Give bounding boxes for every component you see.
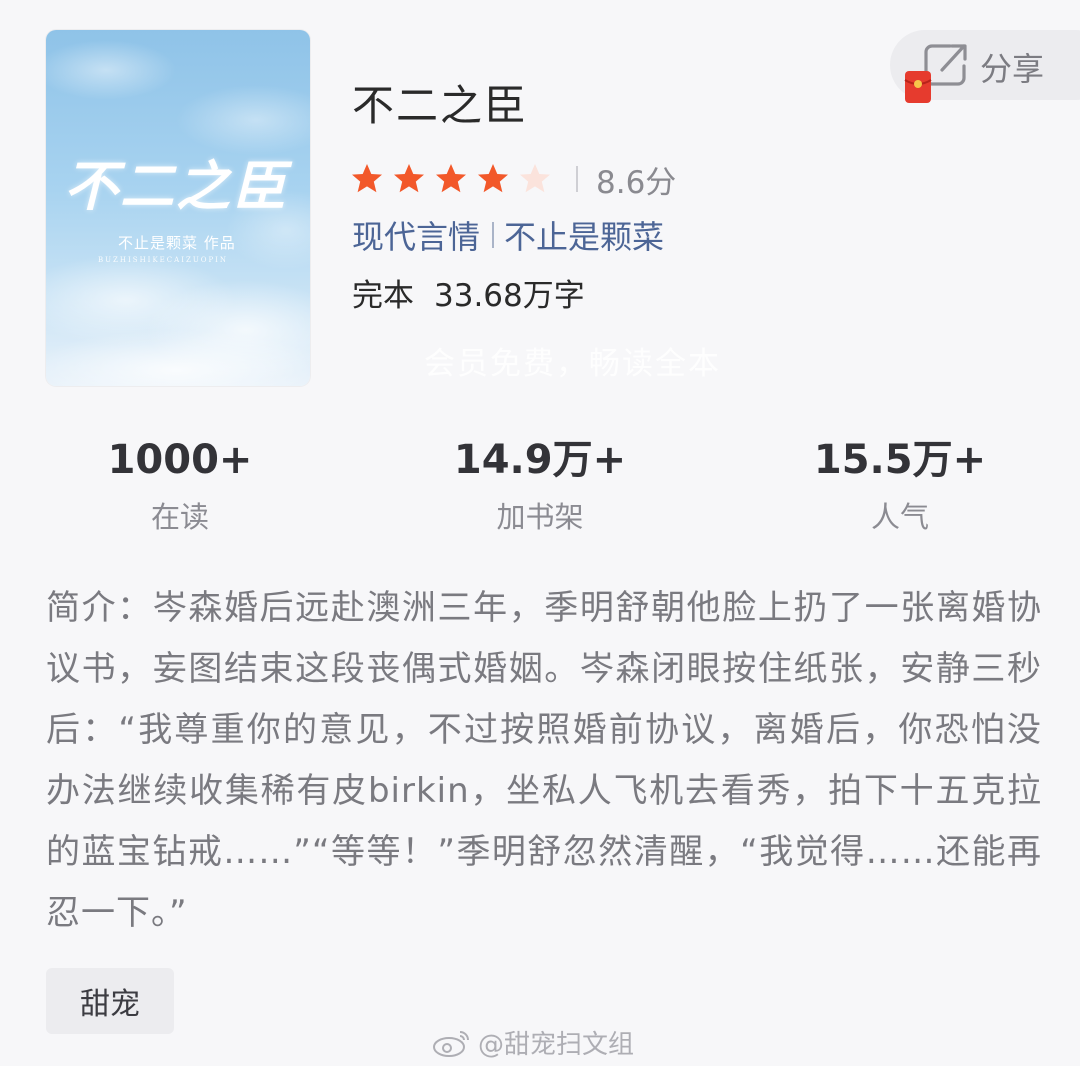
stat-bookshelf: 14.9万+ 加书架 xyxy=(410,434,670,536)
meta-divider xyxy=(492,222,495,248)
stat-bookshelf-value: 14.9万+ xyxy=(453,437,627,483)
book-synopsis[interactable]: 简介：岑森婚后远赴澳洲三年，季明舒朝他脸上扔了一张离婚协议书，妄图结束这段丧偶式… xyxy=(46,578,1042,944)
star-filled-icon xyxy=(478,164,508,193)
rating-stars xyxy=(350,162,560,196)
star-empty-icon xyxy=(520,164,550,193)
footer-watermark: @甜宠扫文组 xyxy=(432,1024,634,1061)
stat-popularity-label: 人气 xyxy=(870,500,929,534)
footer-watermark-text: @甜宠扫文组 xyxy=(478,1030,635,1060)
stat-bookshelf-label: 加书架 xyxy=(496,500,584,534)
stat-reading-label: 在读 xyxy=(150,500,209,534)
star-filled-icon xyxy=(352,164,382,193)
cover-roman-line: BUZHISHIKECAIZUOPIN xyxy=(98,256,229,264)
author-link[interactable]: 不止是颗菜 xyxy=(504,212,664,258)
star-filled-icon xyxy=(394,164,424,193)
stat-reading: 1000+ 在读 xyxy=(50,434,310,536)
stat-popularity-value: 15.5万+ xyxy=(813,437,987,483)
star-filled-icon xyxy=(436,164,466,193)
weibo-icon xyxy=(433,1030,469,1057)
stat-popularity: 15.5万+ 人气 xyxy=(770,434,1030,536)
rating-row: 8.6分 xyxy=(350,156,676,202)
book-title: 不二之臣 xyxy=(352,81,529,130)
rating-divider xyxy=(576,166,578,192)
tag-chip[interactable]: 甜宠 xyxy=(46,968,174,1034)
cover-title-art: 不二之臣 xyxy=(64,154,288,218)
category-link[interactable]: 现代言情 xyxy=(352,212,480,258)
share-label: 分享 xyxy=(980,50,1045,88)
book-meta: 现代言情 不止是颗菜 xyxy=(352,212,664,258)
book-status: 完本 xyxy=(352,278,414,314)
word-count: 33.68万字 xyxy=(434,278,585,314)
member-free-overlay: 会员免费，畅读全本 xyxy=(424,346,721,382)
book-status-row: 完本 33.68万字 xyxy=(352,270,585,315)
rating-score: 8.6分 xyxy=(596,164,677,201)
book-cover[interactable]: 不二之臣 不止是颗菜 作品 BUZHISHIKECAIZUOPIN xyxy=(46,30,310,386)
red-packet-icon[interactable] xyxy=(904,70,932,104)
cover-author-line: 不止是颗菜 作品 xyxy=(118,234,236,252)
stat-reading-value: 1000+ xyxy=(107,437,253,483)
